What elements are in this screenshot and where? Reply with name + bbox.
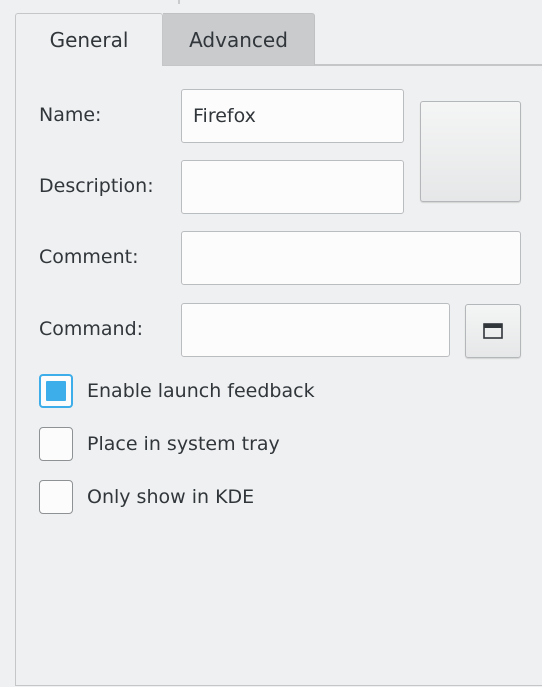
place-in-system-tray-checkbox[interactable] xyxy=(39,427,73,461)
tab-bar: General Advanced xyxy=(15,13,315,66)
description-input[interactable] xyxy=(181,160,404,214)
tab-general[interactable]: General xyxy=(15,13,163,66)
launcher-properties-dialog: General Advanced Name: Description: Comm… xyxy=(0,0,542,687)
tab-advanced-label: Advanced xyxy=(189,27,288,52)
command-label: Command: xyxy=(39,318,144,340)
name-label: Name: xyxy=(39,104,102,126)
comment-input[interactable] xyxy=(181,231,521,285)
folder-icon xyxy=(483,323,503,339)
enable-launch-feedback-option[interactable]: Enable launch feedback xyxy=(39,374,315,408)
description-label: Description: xyxy=(39,175,154,197)
enable-launch-feedback-checkbox[interactable] xyxy=(39,374,73,408)
only-show-in-kde-option[interactable]: Only show in KDE xyxy=(39,480,254,514)
checkbox-checked-mark xyxy=(46,381,66,401)
name-input[interactable] xyxy=(181,89,404,143)
enable-launch-feedback-label: Enable launch feedback xyxy=(87,380,315,402)
app-icon-button[interactable] xyxy=(420,101,521,202)
tab-advanced[interactable]: Advanced xyxy=(163,13,315,65)
only-show-in-kde-checkbox[interactable] xyxy=(39,480,73,514)
tab-general-label: General xyxy=(49,28,129,52)
window-edge-mark xyxy=(178,0,180,4)
comment-label: Comment: xyxy=(39,246,139,268)
place-in-system-tray-label: Place in system tray xyxy=(87,433,280,455)
browse-command-button[interactable] xyxy=(465,304,521,358)
place-in-system-tray-option[interactable]: Place in system tray xyxy=(39,427,280,461)
only-show-in-kde-label: Only show in KDE xyxy=(87,486,255,508)
command-input[interactable] xyxy=(181,303,450,357)
